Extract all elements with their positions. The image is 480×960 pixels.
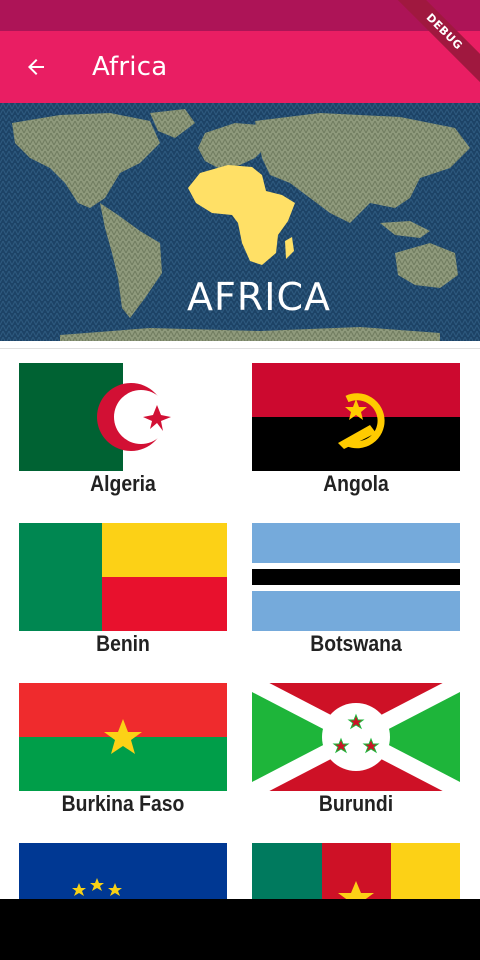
flag-angola [252, 363, 460, 471]
banner-caption: AFRICA [187, 275, 331, 319]
country-card-algeria[interactable]: Algeria [19, 363, 227, 513]
country-name: Burkina Faso [61, 791, 185, 816]
country-card-burundi[interactable]: Burundi [252, 683, 460, 833]
app-bar: Africa [0, 31, 480, 103]
country-card-cabo-verde[interactable] [19, 843, 227, 899]
flag-cameroon [252, 843, 460, 899]
divider [0, 348, 480, 349]
country-card-benin[interactable]: Benin [19, 523, 227, 673]
flag-algeria [19, 363, 227, 471]
country-name: Benin [96, 631, 150, 656]
country-card-botswana[interactable]: Botswana [252, 523, 460, 673]
country-name: Angola [323, 471, 389, 496]
flag-burundi [252, 683, 460, 791]
system-navigation-bar [0, 899, 480, 960]
country-card-cameroon[interactable] [252, 843, 460, 899]
country-name: Botswana [310, 631, 402, 656]
flag-cabo-verde [19, 843, 227, 899]
flag-burkina-faso [19, 683, 227, 791]
country-name: Burundi [318, 791, 394, 816]
flag-botswana [252, 523, 460, 631]
page-title: Africa [92, 52, 168, 82]
arrow-back-icon [28, 59, 44, 75]
back-button[interactable] [0, 31, 72, 103]
country-list[interactable]: AFRICA Algeria Angola Benin Botswana Bur… [0, 103, 480, 899]
country-name: Algeria [90, 471, 156, 496]
country-card-burkina-faso[interactable]: Burkina Faso [19, 683, 227, 833]
country-card-angola[interactable]: Angola [252, 363, 460, 513]
flag-benin [19, 523, 227, 631]
status-bar [0, 0, 480, 31]
